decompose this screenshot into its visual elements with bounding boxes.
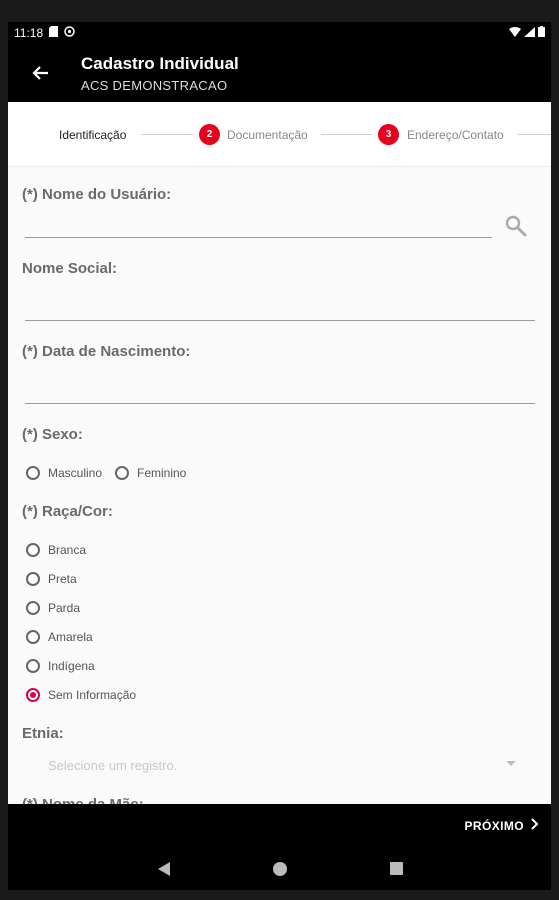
step-identificacao[interactable]: Identificação — [59, 128, 126, 142]
wifi-icon — [509, 26, 521, 40]
sd-card-icon — [49, 26, 59, 40]
nav-recents-icon[interactable] — [390, 862, 403, 875]
status-bar: 11:18 — [8, 22, 551, 44]
radio-button[interactable] — [26, 601, 40, 615]
battery-icon — [538, 26, 545, 40]
radio-label: Sem Informação — [48, 688, 137, 702]
radio-button[interactable] — [115, 466, 129, 480]
radio-label: Indígena — [48, 659, 95, 673]
device-frame: 11:18 Cadastro Individual ACS DEMONSTRAC… — [0, 0, 559, 900]
step-documentacao[interactable]: Documentação — [227, 128, 308, 142]
radio-button[interactable] — [26, 630, 40, 644]
page-subtitle: ACS DEMONSTRACAO — [81, 78, 228, 93]
etnia-label: Etnia: — [22, 725, 64, 742]
system-nav-bar — [8, 848, 551, 890]
radio-button[interactable] — [26, 543, 40, 557]
radio-label: Feminino — [137, 466, 187, 480]
dropdown-caret-icon[interactable] — [506, 761, 516, 766]
nome-social-label: Nome Social: — [22, 260, 118, 277]
step-badge-2: 2 — [199, 124, 220, 145]
next-button-label: PRÓXIMO — [464, 818, 524, 833]
nome-mae-label: (*) Nome da Mãe: — [22, 796, 144, 804]
form-content: Identificação 2 Documentação 3 Endereço/… — [8, 102, 551, 804]
app-notification-icon — [64, 26, 75, 40]
radio-button[interactable] — [26, 466, 40, 480]
stepper: Identificação 2 Documentação 3 Endereço/… — [8, 102, 551, 167]
app-bar: Cadastro Individual ACS DEMONSTRACAO — [8, 44, 551, 102]
chevron-right-icon — [530, 818, 539, 833]
nav-home-icon[interactable] — [273, 862, 287, 876]
radio-branca[interactable]: Branca — [26, 543, 86, 557]
raca-cor-label: (*) Raça/Cor: — [22, 503, 113, 520]
step-connector — [321, 134, 372, 135]
radio-preta[interactable]: Preta — [26, 572, 77, 586]
signal-icon — [524, 26, 535, 40]
radio-button-checked[interactable] — [26, 688, 40, 702]
step-connector — [518, 134, 551, 135]
radio-amarela[interactable]: Amarela — [26, 630, 93, 644]
status-time: 11:18 — [14, 26, 44, 40]
radio-label: Branca — [48, 543, 87, 557]
data-nascimento-input[interactable] — [25, 403, 535, 404]
step-connector — [141, 134, 193, 135]
page-title: Cadastro Individual — [81, 54, 239, 73]
search-icon[interactable] — [504, 214, 528, 238]
radio-label: Amarela — [48, 630, 93, 644]
sexo-label: (*) Sexo: — [22, 426, 83, 443]
radio-parda[interactable]: Parda — [26, 601, 80, 615]
radio-button[interactable] — [26, 659, 40, 673]
step-endereco-contato[interactable]: Endereço/Contato — [407, 128, 504, 142]
etnia-select[interactable]: Selecione um registro. — [48, 758, 177, 773]
back-arrow-icon[interactable] — [30, 62, 52, 84]
nome-social-input[interactable] — [25, 320, 535, 321]
data-nascimento-label: (*) Data de Nascimento: — [22, 343, 191, 360]
nome-usuario-input[interactable] — [25, 237, 492, 238]
nav-back-icon[interactable] — [158, 862, 170, 876]
bottom-action-bar: PRÓXIMO — [8, 804, 551, 848]
next-button[interactable]: PRÓXIMO — [465, 818, 539, 833]
nome-usuario-label: (*) Nome do Usuário: — [22, 186, 172, 203]
radio-indigena[interactable]: Indígena — [26, 659, 95, 673]
radio-masculino[interactable]: Masculino — [26, 466, 102, 480]
radio-button[interactable] — [26, 572, 40, 586]
radio-feminino[interactable]: Feminino — [115, 466, 186, 480]
radio-label: Preta — [48, 572, 77, 586]
radio-label: Masculino — [48, 466, 103, 480]
step-badge-3: 3 — [378, 124, 399, 145]
radio-sem-informacao[interactable]: Sem Informação — [26, 688, 136, 702]
radio-label: Parda — [48, 601, 81, 615]
